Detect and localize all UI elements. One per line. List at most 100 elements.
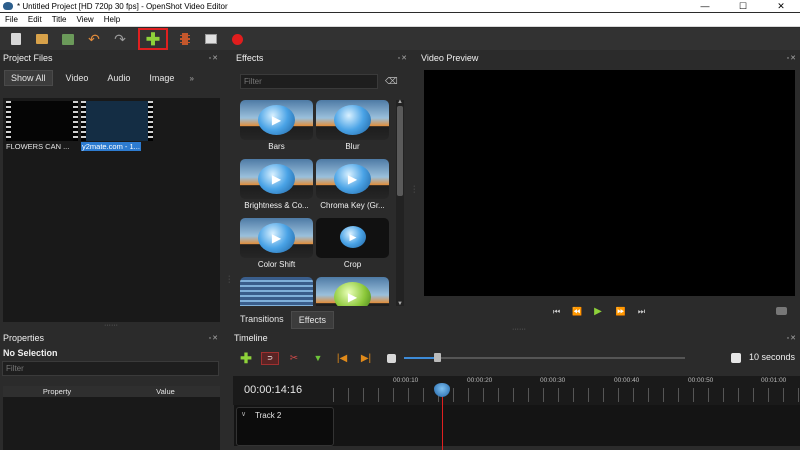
file-thumbnail[interactable] (6, 101, 78, 141)
zoom-level-label: 10 seconds (749, 352, 796, 362)
fast-forward-icon[interactable]: ⏩ (616, 307, 626, 316)
window-controls: — ☐ ✕ (686, 0, 800, 12)
scrollbar-thumb[interactable] (397, 106, 403, 196)
export-video-button[interactable] (200, 29, 222, 49)
timeline-header: Timeline ▫✕ (231, 331, 800, 345)
panel-title: Properties (3, 333, 45, 343)
ruler-ticks (333, 388, 800, 402)
panel-float-close-icon[interactable]: ▫✕ (209, 334, 219, 342)
previous-marker-icon[interactable]: |◀ (333, 351, 351, 365)
play-icon: ▶ (334, 282, 371, 306)
import-files-button[interactable]: ✚ (138, 28, 168, 50)
zoom-slider[interactable] (404, 353, 685, 362)
panel-float-close-icon[interactable]: ▫✕ (398, 54, 408, 62)
effect-thumbnail: ▶ (316, 159, 389, 199)
selection-label: No Selection (3, 348, 58, 358)
effects-scrollbar[interactable]: ▲ ▼ (396, 99, 404, 307)
menu-view[interactable]: View (72, 15, 99, 24)
effect-item-bars[interactable]: ▶ Bars (240, 100, 313, 156)
effects-filter-input[interactable]: Filter (240, 74, 378, 89)
clear-filter-icon[interactable]: ⌫ (385, 76, 398, 87)
menu-title[interactable]: Title (47, 15, 72, 24)
track-header[interactable]: ∨ Track 2 (236, 407, 334, 446)
open-project-button[interactable] (31, 29, 53, 49)
effects-header: Effects ▫✕ (233, 51, 411, 65)
camera-icon[interactable] (776, 307, 787, 315)
razor-icon[interactable]: ✂ (285, 351, 303, 365)
effect-label: Color Shift (257, 260, 296, 269)
redo-button[interactable]: ↷ (109, 29, 131, 49)
openshot-logo-icon (3, 2, 13, 10)
splitter-grip[interactable]: · · · (413, 183, 416, 196)
column-header-property[interactable]: Property (3, 386, 111, 397)
rewind-icon[interactable]: ⏪ (572, 307, 582, 316)
jump-start-icon[interactable]: ⏮ (553, 307, 560, 317)
window-title: * Untitled Project [HD 720p 30 fps] - Op… (17, 1, 228, 11)
menu-edit[interactable]: Edit (23, 15, 47, 24)
snapping-icon[interactable]: ⊃ (261, 351, 279, 365)
project-files-list[interactable]: FLOWERS CAN ... y2mate.com - 1... (3, 98, 220, 322)
minimize-button[interactable]: — (686, 0, 724, 12)
tab-video[interactable]: Video (60, 71, 95, 85)
chevron-down-icon[interactable]: ∨ (241, 410, 246, 418)
timeline-ruler[interactable]: 00:00:14:16 00:00:10 00:00:20 00:00:30 0… (233, 376, 800, 405)
new-project-icon (11, 33, 21, 45)
file-name[interactable]: FLOWERS CAN ... (6, 142, 69, 151)
save-project-button[interactable] (57, 29, 79, 49)
effect-item-partial[interactable] (240, 277, 313, 306)
effect-thumbnail (240, 277, 313, 306)
play-icon: ▶ (340, 226, 366, 248)
next-marker-icon[interactable]: ▶| (357, 351, 375, 365)
properties-filter-input[interactable]: Filter (2, 361, 219, 376)
tab-transitions[interactable]: Transitions (233, 311, 291, 329)
choose-profile-icon (180, 33, 190, 45)
panel-float-close-icon[interactable]: ▫✕ (787, 54, 797, 62)
panel-float-close-icon[interactable]: ▫✕ (209, 54, 219, 62)
tab-show-all[interactable]: Show All (4, 70, 53, 86)
panel-float-close-icon[interactable]: ▫✕ (787, 334, 797, 342)
effect-item-crop[interactable]: ▶ Crop (316, 218, 389, 274)
main-toolbar: ↶ ↷ ✚ (0, 28, 800, 50)
tab-audio[interactable]: Audio (101, 71, 136, 85)
project-files-filter-tabs: Show All Video Audio Image » (0, 69, 222, 87)
video-canvas[interactable] (424, 70, 795, 296)
file-thumbnail-selected[interactable] (81, 101, 153, 141)
maximize-button[interactable]: ☐ (724, 0, 762, 12)
column-header-value[interactable]: Value (111, 386, 220, 397)
playback-controls: ⏮ ⏪ ▶ ⏩ ⏭ (553, 306, 657, 317)
open-project-icon (36, 34, 48, 44)
play-icon[interactable]: ▶ (594, 306, 602, 317)
add-track-icon[interactable]: ✚ (237, 350, 255, 366)
effect-item-blur[interactable]: Blur (316, 100, 389, 156)
effect-item-chroma-key[interactable]: ▶ Chroma Key (Gr... (316, 159, 389, 215)
zoom-out-icon[interactable] (387, 353, 396, 363)
properties-header: Properties ▫✕ (0, 331, 222, 345)
scroll-down-icon[interactable]: ▼ (396, 301, 404, 307)
splitter-grip[interactable]: ······ (104, 322, 118, 329)
zoom-slider-handle[interactable] (434, 353, 441, 362)
record-button[interactable] (226, 29, 248, 49)
tab-image[interactable]: Image (143, 71, 180, 85)
effect-thumbnail: ▶ (240, 100, 313, 140)
file-name-selected[interactable]: y2mate.com - 1... (81, 142, 141, 151)
close-button[interactable]: ✕ (762, 0, 800, 12)
effect-item-brightness[interactable]: ▶ Brightness & Co... (240, 159, 313, 215)
tab-effects[interactable]: Effects (290, 311, 335, 329)
choose-profile-button[interactable] (174, 29, 196, 49)
undo-button[interactable]: ↶ (83, 29, 105, 49)
jump-end-icon[interactable]: ⏭ (638, 307, 645, 317)
zoom-in-icon[interactable] (731, 353, 741, 363)
timeline-panel: Timeline ▫✕ ✚ ⊃ ✂ ▼ |◀ ▶| 10 seconds 00:… (231, 331, 800, 450)
menu-file[interactable]: File (0, 15, 23, 24)
play-icon: ▶ (258, 223, 295, 253)
splitter-grip[interactable]: · · · (228, 273, 231, 286)
effect-item-color-shift[interactable]: ▶ Color Shift (240, 218, 313, 274)
redo-icon: ↷ (114, 30, 126, 47)
menu-help[interactable]: Help (99, 15, 125, 24)
new-project-button[interactable] (5, 29, 27, 49)
scroll-up-icon[interactable]: ▲ (396, 99, 404, 105)
more-tabs-icon[interactable]: » (189, 74, 193, 83)
add-marker-icon[interactable]: ▼ (309, 351, 327, 365)
effect-item-partial[interactable]: ▶ (316, 277, 389, 306)
track-row[interactable]: ∨ Track 2 (234, 405, 800, 446)
